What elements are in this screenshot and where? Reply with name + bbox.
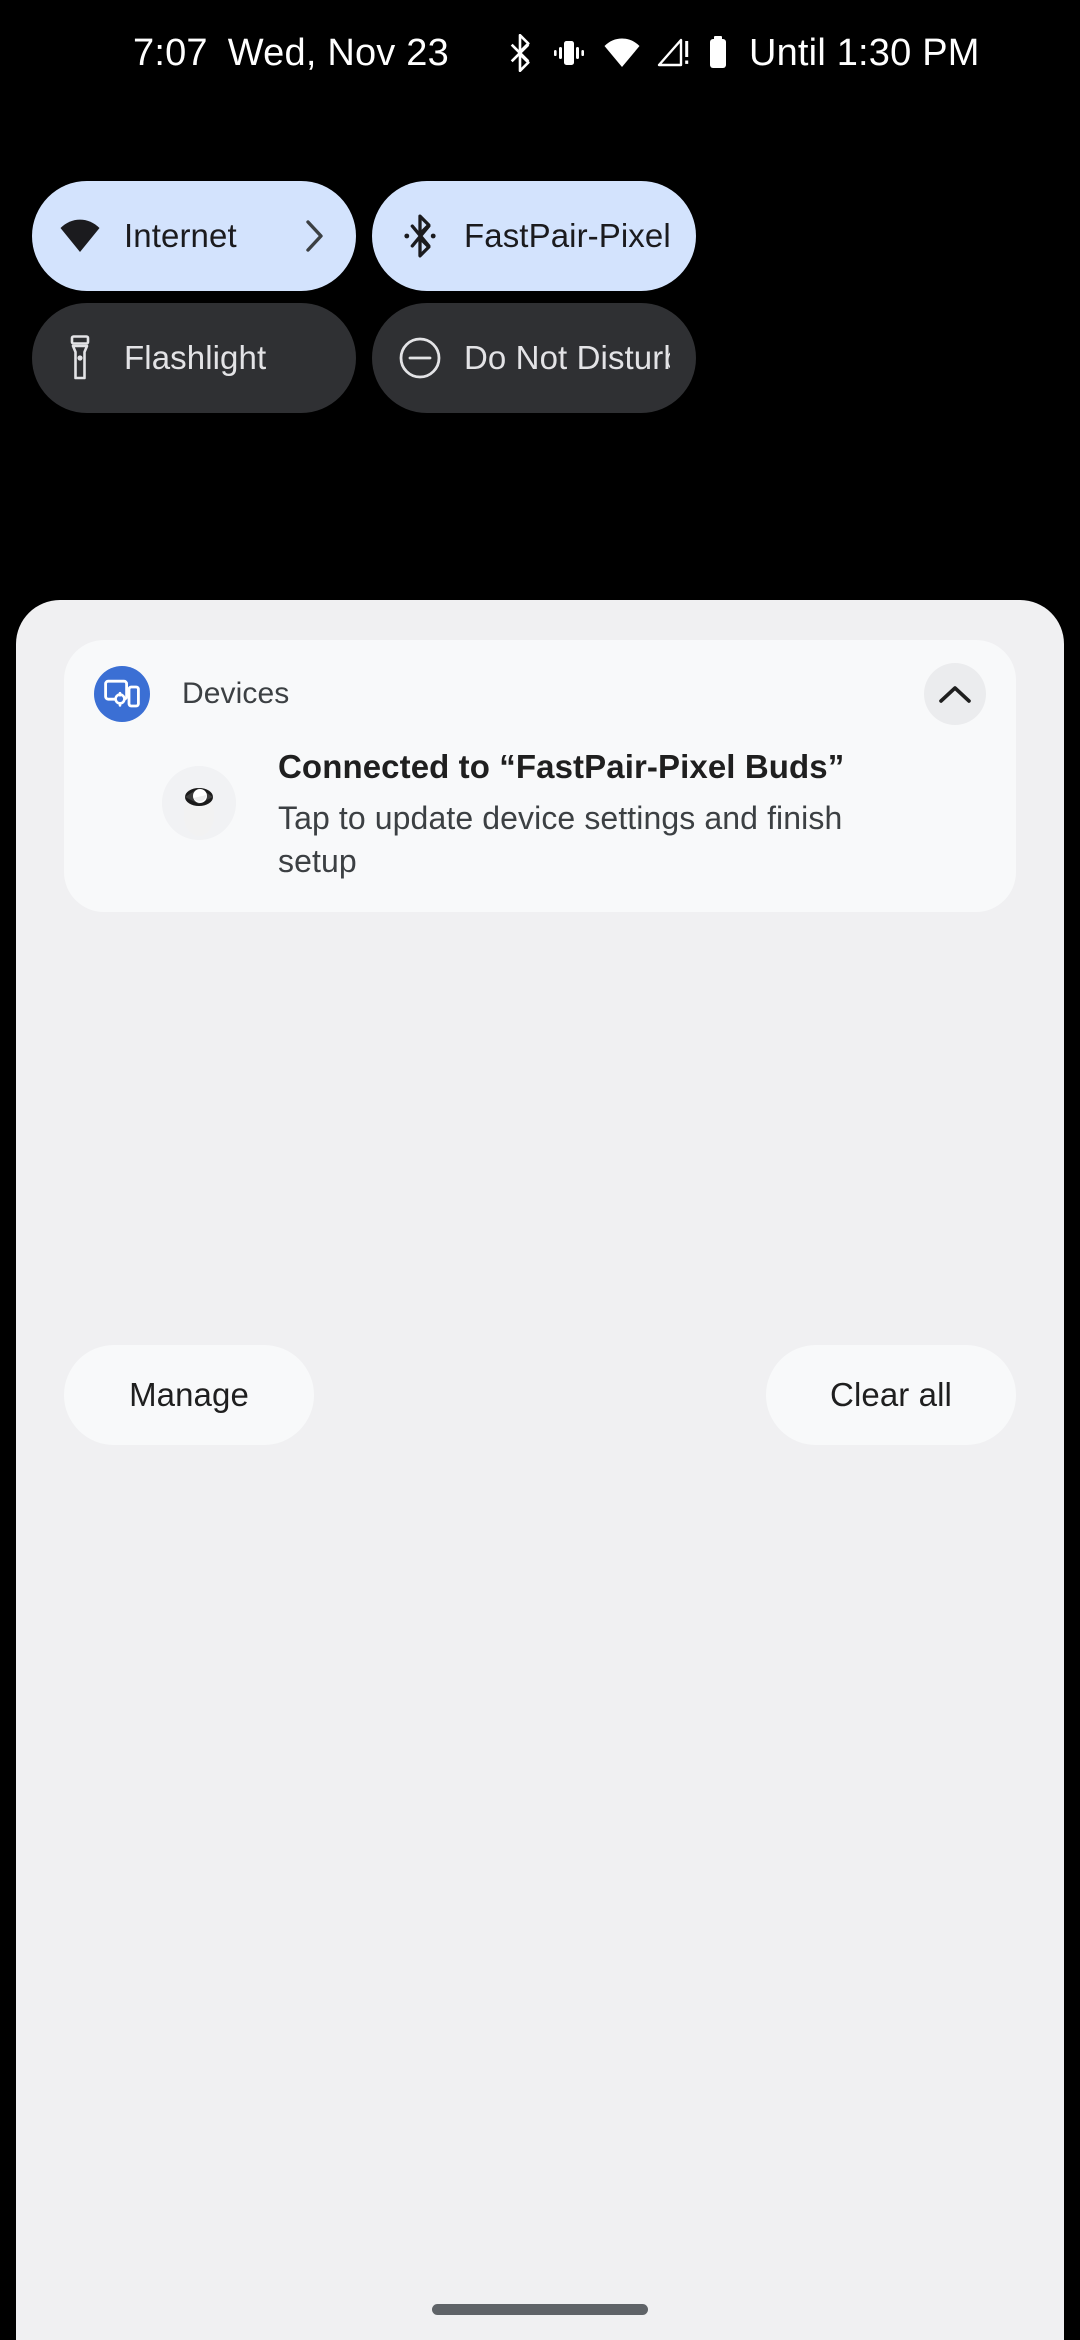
wifi-icon bbox=[603, 37, 641, 69]
qs-tile-label-internet: Internet bbox=[124, 217, 237, 254]
bluetooth-icon bbox=[398, 214, 442, 258]
qs-tile-flashlight[interactable]: Flashlight bbox=[32, 303, 356, 413]
notification-body-text: Tap to update device settings and finish… bbox=[278, 800, 843, 879]
notification-header: Devices bbox=[94, 663, 986, 725]
chevron-right-icon[interactable] bbox=[300, 220, 330, 252]
clear-all-button[interactable]: Clear all bbox=[766, 1345, 1016, 1445]
notification-title: Connected to “FastPair-Pixel Buds” bbox=[278, 748, 845, 785]
battery-icon bbox=[707, 35, 729, 71]
mobile-signal-warning-icon bbox=[657, 37, 691, 69]
wifi-icon bbox=[58, 214, 102, 258]
status-bar-right: Until 1:30 PM bbox=[505, 32, 980, 75]
notification-card-devices[interactable]: Devices Connected to “FastPair-Pixel Bud… bbox=[64, 640, 1016, 913]
qs-tile-label-do-not-disturb: Do Not Disturb bbox=[464, 339, 670, 376]
quick-settings-grid: Internet FastPair-Pixel.. Flashlight Do … bbox=[32, 181, 1048, 413]
qs-tile-label-flashlight: Flashlight bbox=[124, 339, 267, 376]
gesture-nav-handle[interactable] bbox=[432, 2304, 648, 2315]
bluetooth-icon bbox=[505, 34, 535, 72]
qs-tile-bluetooth[interactable]: FastPair-Pixel.. bbox=[372, 181, 696, 291]
status-until-label: Until 1:30 PM bbox=[748, 31, 980, 74]
status-bar: 7:07 Wed, Nov 23 Until 1:30 PM bbox=[0, 0, 1080, 106]
vibrate-icon bbox=[551, 36, 587, 70]
devices-icon bbox=[94, 666, 150, 722]
notification-text-block: Connected to “FastPair-Pixel Buds” Tap t… bbox=[278, 742, 878, 882]
status-clock: 7:07 bbox=[133, 31, 208, 74]
notification-body: Connected to “FastPair-Pixel Buds” Tap t… bbox=[94, 742, 986, 882]
flashlight-icon bbox=[58, 335, 102, 380]
chevron-up-icon[interactable] bbox=[924, 663, 986, 725]
qs-tile-internet[interactable]: Internet bbox=[32, 181, 356, 291]
status-date: Wed, Nov 23 bbox=[227, 31, 449, 74]
qs-tile-do-not-disturb[interactable]: Do Not Disturb bbox=[372, 303, 696, 413]
phone-screen: 7:07 Wed, Nov 23 Until 1:30 PM Internet … bbox=[0, 0, 1080, 2340]
status-bar-left: 7:07 Wed, Nov 23 bbox=[133, 32, 449, 75]
do-not-disturb-icon bbox=[398, 336, 442, 380]
manage-button[interactable]: Manage bbox=[64, 1345, 314, 1445]
shade-action-row: Manage Clear all bbox=[64, 1345, 1016, 1445]
pixel-buds-case-image bbox=[162, 766, 236, 840]
notification-app-name: Devices bbox=[182, 677, 290, 710]
qs-tile-label-bluetooth: FastPair-Pixel.. bbox=[464, 217, 670, 254]
notification-shade: Devices Connected to “FastPair-Pixel Bud… bbox=[16, 600, 1064, 2340]
